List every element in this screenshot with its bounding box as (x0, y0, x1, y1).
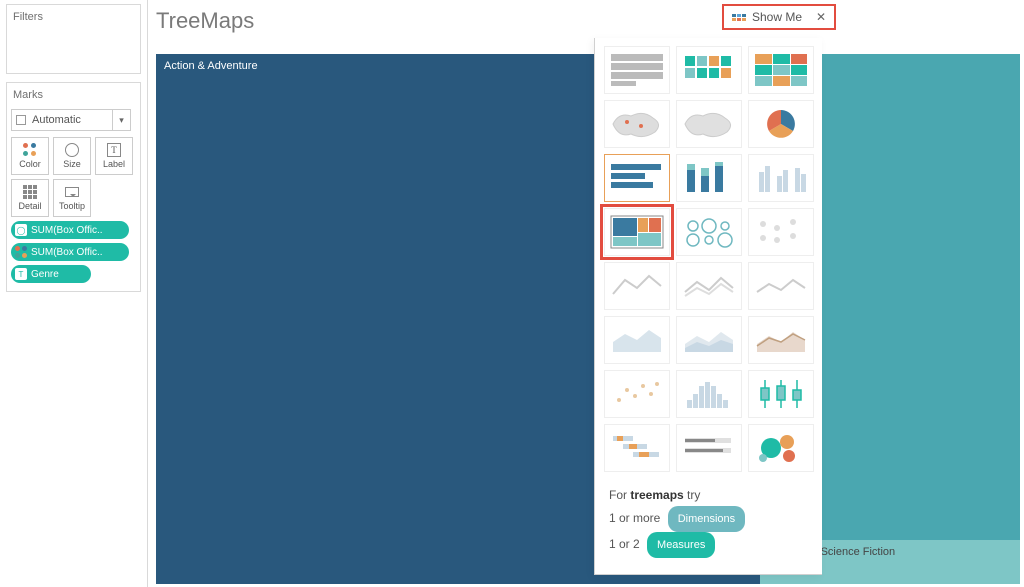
mark-btn-label: Size (63, 159, 81, 169)
dimensions-chip: Dimensions (668, 506, 745, 532)
viz-symbol-map[interactable] (604, 100, 670, 148)
label-button[interactable]: T Label (95, 137, 133, 175)
viz-text-table[interactable] (604, 46, 670, 94)
size-button[interactable]: Size (53, 137, 91, 175)
viz-circle-views[interactable] (676, 208, 742, 256)
hint-text: For (609, 488, 630, 502)
pill-label: SUM(Box Offic.. (31, 225, 103, 236)
pill-label-genre[interactable]: T Genre (11, 265, 91, 283)
page-title: TreeMaps (156, 0, 1024, 46)
tooltip-icon (65, 187, 79, 197)
viz-horizontal-bar[interactable] (604, 154, 670, 202)
pill-label: Genre (31, 269, 59, 280)
mark-btn-label: Tooltip (59, 201, 85, 211)
viz-dual-line[interactable] (748, 262, 814, 310)
filters-panel: Filters (6, 4, 141, 74)
hint-text: 1 or more (609, 511, 660, 525)
viz-histogram[interactable] (676, 370, 742, 418)
viz-packed-bubbles[interactable] (748, 424, 814, 472)
treemap-label: Action & Adventure (164, 60, 258, 72)
pill-color[interactable]: SUM(Box Offic.. (11, 243, 129, 261)
mark-btn-label: Detail (18, 201, 41, 211)
hint-text: try (684, 488, 701, 502)
viz-grid (595, 38, 822, 480)
hint-text: 1 or 2 (609, 537, 640, 551)
main-area: TreeMaps Action & Adventure Animation Fa… (156, 0, 1024, 587)
color-icon (15, 246, 27, 258)
mark-type-dropdown[interactable]: Automatic ▾ (11, 109, 131, 131)
close-icon[interactable]: ✕ (816, 10, 826, 24)
viz-line-continuous[interactable] (604, 262, 670, 310)
size-icon: ◯ (15, 224, 27, 236)
viz-area-discrete[interactable] (676, 316, 742, 364)
viz-treemap[interactable] (604, 208, 670, 256)
viz-stacked-bar[interactable] (676, 154, 742, 202)
treemap-chart: Action & Adventure Animation Fantasy & S… (156, 54, 1020, 584)
viz-filled-map[interactable] (676, 100, 742, 148)
pill-size[interactable]: ◯ SUM(Box Offic.. (11, 221, 129, 239)
pill-label: SUM(Box Offic.. (31, 247, 103, 258)
viz-bullet[interactable] (676, 424, 742, 472)
viz-area-continuous[interactable] (604, 316, 670, 364)
chevron-down-icon: ▾ (112, 110, 130, 130)
viz-gantt[interactable] (604, 424, 670, 472)
show-me-button[interactable]: Show Me ✕ (722, 4, 836, 30)
text-icon: T (107, 143, 121, 157)
circle-icon (65, 143, 79, 157)
square-icon (16, 115, 26, 125)
viz-highlight-table[interactable] (748, 46, 814, 94)
show-me-icon (732, 14, 746, 21)
dropdown-label: Automatic (32, 114, 81, 126)
mark-btn-label: Label (103, 159, 125, 169)
detail-button[interactable]: Detail (11, 179, 49, 217)
viz-pie[interactable] (748, 100, 814, 148)
hint-bold: treemaps (630, 488, 683, 502)
marks-panel: Marks Automatic ▾ Color Size T Label (6, 82, 141, 292)
viz-dual-combination[interactable] (748, 316, 814, 364)
viz-heat-map[interactable] (676, 46, 742, 94)
viz-scatter[interactable] (604, 370, 670, 418)
measures-chip: Measures (647, 532, 715, 558)
show-me-label: Show Me (752, 10, 802, 24)
mark-btn-label: Color (19, 159, 41, 169)
viz-side-by-side-bar[interactable] (748, 154, 814, 202)
grid-icon (23, 185, 37, 199)
viz-line-discrete[interactable] (676, 262, 742, 310)
filters-title: Filters (11, 9, 136, 29)
marks-title: Marks (11, 87, 136, 107)
text-icon: T (15, 268, 27, 280)
show-me-hint: For treemaps try 1 or more Dimensions 1 … (595, 480, 822, 562)
color-button[interactable]: Color (11, 137, 49, 175)
sidebar: Filters Marks Automatic ▾ Color Size T (0, 0, 148, 587)
show-me-panel: For treemaps try 1 or more Dimensions 1 … (594, 38, 822, 575)
viz-box-and-whisker[interactable] (748, 370, 814, 418)
viz-side-by-side-circle[interactable] (748, 208, 814, 256)
tooltip-button[interactable]: Tooltip (53, 179, 91, 217)
